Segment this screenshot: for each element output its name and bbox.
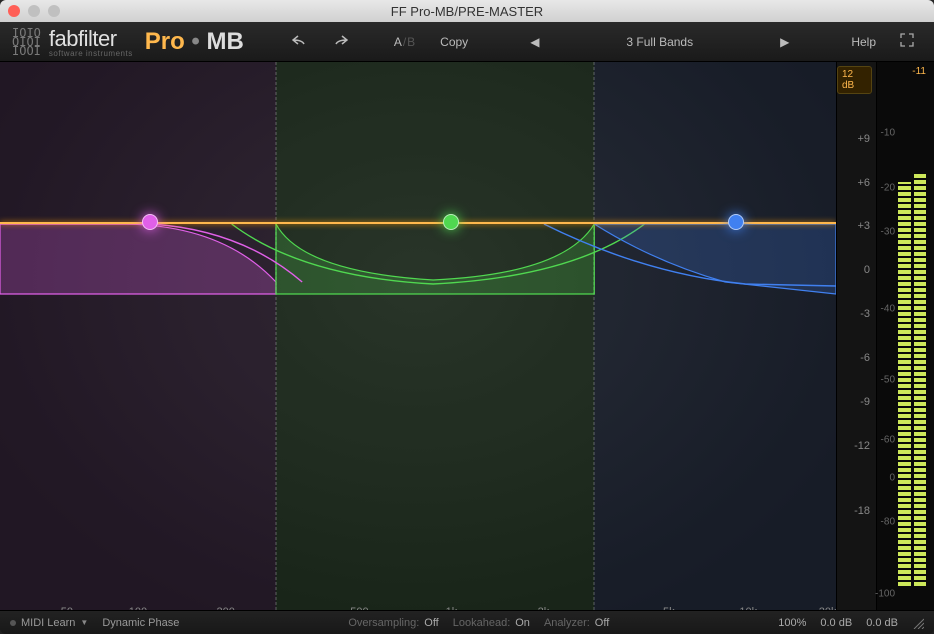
brand-name: fabfilter — [49, 26, 117, 51]
freq-tick: 1k — [446, 606, 458, 610]
band-region-low[interactable] — [0, 62, 276, 610]
chevron-down-icon: ▼ — [80, 618, 88, 627]
band-region-mid[interactable] — [276, 62, 594, 610]
plugin-window: FF Pro-MB/PRE-MASTER IOIO OIOI IOOI fabf… — [0, 0, 934, 634]
resize-icon — [912, 617, 924, 629]
product-name: Pro • MB — [145, 28, 244, 56]
copy-button[interactable]: Copy — [432, 31, 476, 53]
ab-active: A — [394, 35, 403, 49]
brand-bits-icon: IOIO OIOI IOOI — [12, 29, 41, 56]
meter-scale: -10-20-30-40-50-600-80-100 — [879, 62, 897, 610]
midi-learn-button[interactable]: MIDI Learn ▼ — [10, 617, 88, 629]
traffic-lights — [8, 5, 60, 17]
zero-gain-line — [0, 222, 836, 224]
minimize-window-button[interactable] — [28, 5, 40, 17]
meter-tick: -10 — [881, 128, 895, 139]
output-level-left[interactable]: 0.0 dB — [820, 617, 852, 629]
meter-bar-left — [898, 182, 911, 586]
freq-tick: 500 — [350, 606, 368, 610]
gain-tick: 0 — [864, 264, 870, 276]
toolbar: A/B Copy ◀ 3 Full Bands ▶ Help — [284, 29, 922, 54]
redo-button[interactable] — [324, 30, 356, 53]
gain-tick: +3 — [857, 220, 870, 232]
gain-scale-badge[interactable]: 12 dB — [837, 66, 872, 94]
output-meter[interactable]: -11 -10-20-30-40-50-600-80-100 — [876, 62, 934, 610]
meter-bars — [898, 68, 926, 586]
resize-handle[interactable] — [912, 617, 924, 629]
plugin-header: IOIO OIOI IOOI fabfilter software instru… — [0, 22, 934, 62]
undo-icon — [292, 34, 308, 46]
analyzer-value: Off — [595, 617, 609, 629]
meter-tick: -50 — [881, 374, 895, 385]
preset-prev-button[interactable]: ◀ — [522, 31, 547, 53]
analyzer-label: Analyzer: — [544, 617, 590, 629]
ab-inactive: /B — [403, 35, 416, 49]
fullscreen-button[interactable] — [892, 29, 922, 54]
preset-selector[interactable]: 3 Full Bands — [618, 31, 701, 53]
titlebar: FF Pro-MB/PRE-MASTER — [0, 0, 934, 22]
band-region-high[interactable] — [594, 62, 836, 610]
gain-tick: -12 — [854, 440, 870, 452]
meter-tick: -100 — [875, 588, 895, 599]
output-level-right[interactable]: 0.0 dB — [866, 617, 898, 629]
lookahead-selector[interactable]: Lookahead: On — [453, 617, 530, 629]
midi-learn-indicator-icon — [10, 620, 16, 626]
band-handle-mid[interactable] — [443, 214, 459, 230]
meter-tick: -30 — [881, 226, 895, 237]
meter-tick: -20 — [881, 183, 895, 194]
brand-subtitle: software instruments — [49, 49, 133, 58]
oversampling-value: Off — [424, 617, 438, 629]
main-area: 501002005001k2k5k10k20k 12 dB +9+6+30-3-… — [0, 62, 934, 610]
freq-tick: 5k — [663, 606, 675, 610]
maximize-window-button[interactable] — [48, 5, 60, 17]
meter-tick: -80 — [881, 517, 895, 528]
redo-icon — [332, 34, 348, 46]
meter-tick: 0 — [889, 473, 895, 484]
freq-tick: 20k — [819, 606, 836, 610]
spectrum-display[interactable]: 50 100 200 500 1k 2k 5k 10k 20k — [0, 62, 836, 610]
close-window-button[interactable] — [8, 5, 20, 17]
fullscreen-icon — [900, 33, 914, 47]
freq-tick: 100 — [129, 606, 147, 610]
product-mb: MB — [206, 28, 243, 55]
freq-tick: 10k — [739, 606, 757, 610]
oversampling-selector[interactable]: Oversampling: Off — [348, 617, 438, 629]
gain-tick: -18 — [854, 505, 870, 517]
meter-tick: -60 — [881, 435, 895, 446]
product-dot: • — [191, 28, 199, 55]
window-title: FF Pro-MB/PRE-MASTER — [391, 4, 543, 19]
lookahead-label: Lookahead: — [453, 617, 511, 629]
meter-bar-right — [914, 172, 927, 586]
band-handle-low[interactable] — [142, 214, 158, 230]
product-pro: Pro — [145, 28, 185, 55]
freq-tick: 50 — [61, 606, 73, 610]
scale-value: 100% — [778, 617, 806, 629]
help-button[interactable]: Help — [843, 31, 884, 53]
gain-tick: +9 — [857, 133, 870, 145]
oversampling-label: Oversampling: — [348, 617, 419, 629]
analyzer-selector[interactable]: Analyzer: Off — [544, 617, 609, 629]
midi-learn-label: MIDI Learn — [21, 617, 75, 629]
gain-scale[interactable]: 12 dB +9 +6 +3 0 -3 -6 -9 -12 -18 — [836, 62, 876, 610]
gain-tick: -6 — [860, 352, 870, 364]
ab-toggle[interactable]: A/B — [386, 31, 424, 53]
gain-tick: +6 — [857, 177, 870, 189]
band-handle-high[interactable] — [728, 214, 744, 230]
footer: MIDI Learn ▼ Dynamic Phase Oversampling:… — [0, 610, 934, 634]
lookahead-value: On — [515, 617, 530, 629]
freq-tick: 2k — [538, 606, 550, 610]
freq-tick: 200 — [217, 606, 235, 610]
gain-tick: -3 — [860, 308, 870, 320]
phase-mode-label: Dynamic Phase — [102, 617, 179, 629]
brand-block: fabfilter software instruments — [49, 26, 133, 58]
phase-mode-selector[interactable]: Dynamic Phase — [102, 617, 179, 629]
meter-tick: -40 — [881, 303, 895, 314]
gain-tick: -9 — [860, 396, 870, 408]
scale-selector[interactable]: 100% — [778, 617, 806, 629]
undo-button[interactable] — [284, 30, 316, 53]
preset-next-button[interactable]: ▶ — [772, 31, 797, 53]
